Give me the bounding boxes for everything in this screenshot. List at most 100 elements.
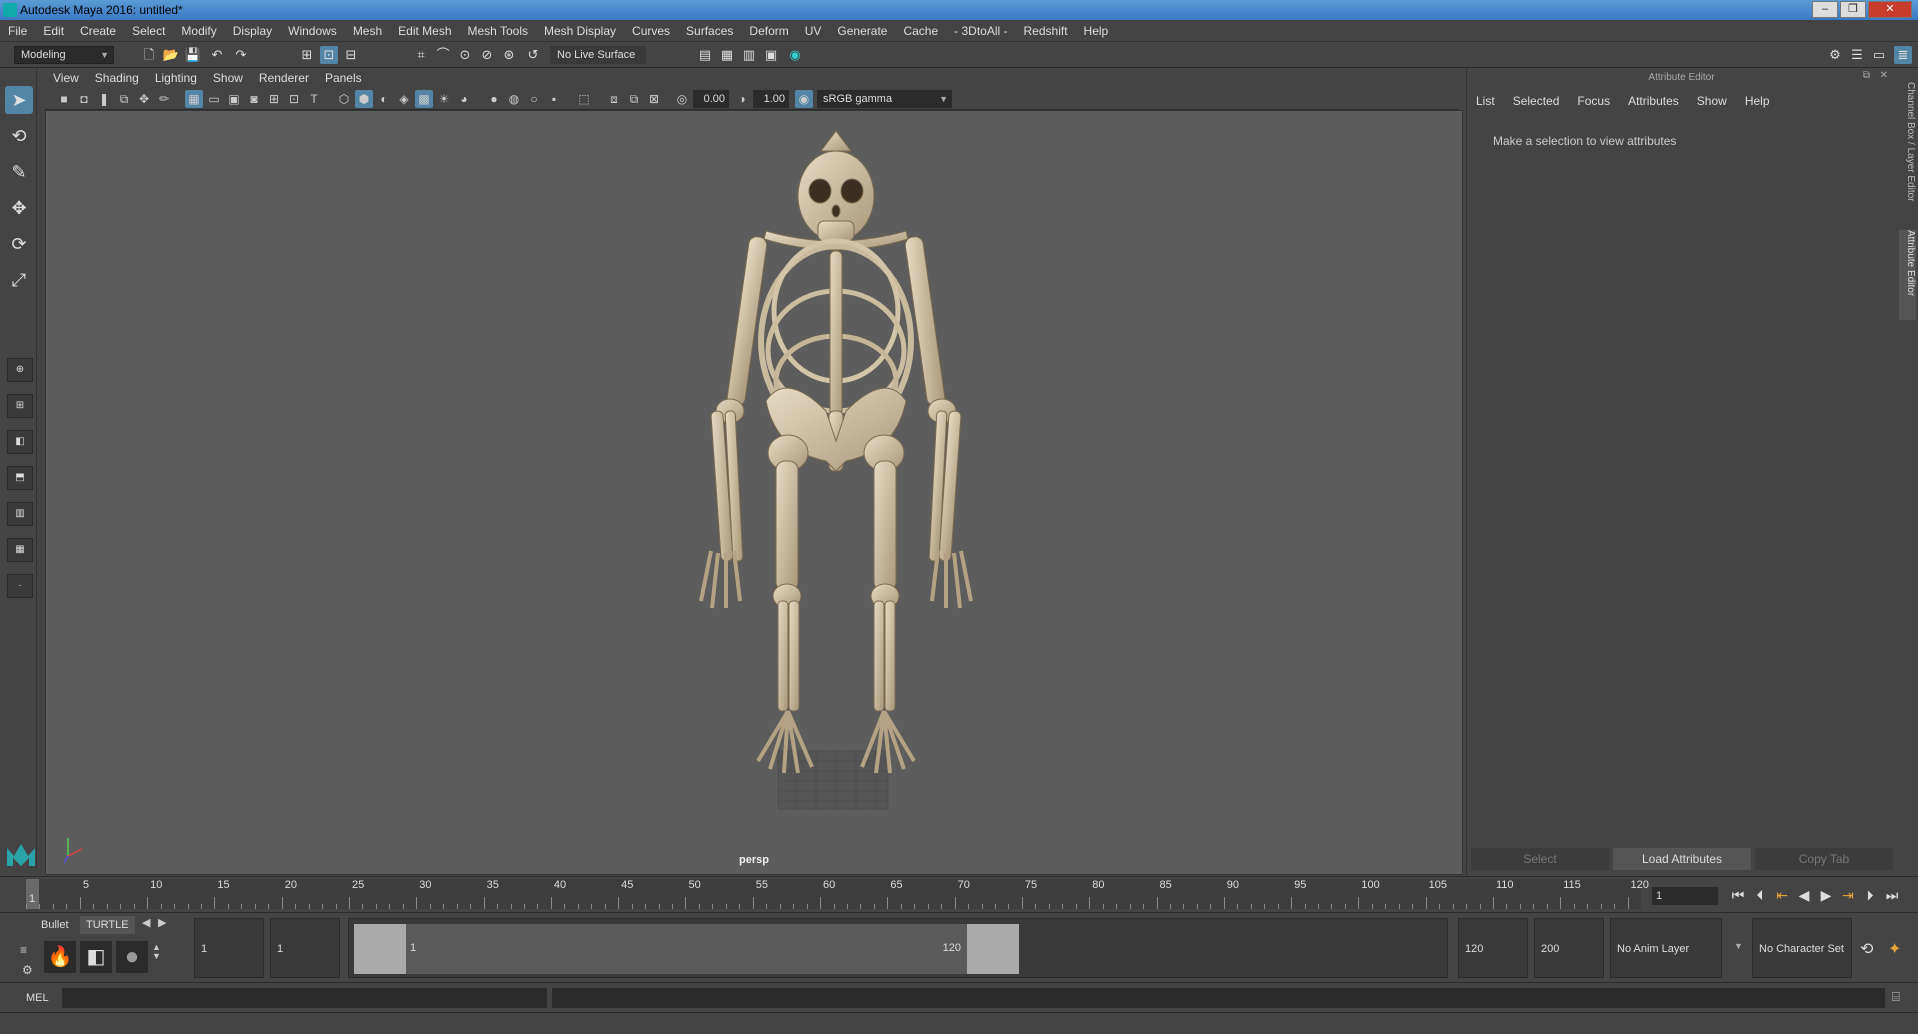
menu-cache[interactable]: Cache bbox=[895, 20, 946, 42]
load-attributes-button[interactable]: Load Attributes bbox=[1613, 848, 1751, 870]
custom-layout-icon[interactable]: · bbox=[7, 574, 33, 598]
step-forward-frame-icon[interactable]: ⏵ bbox=[1860, 885, 1880, 905]
animation-end-field[interactable]: 200 bbox=[1534, 918, 1604, 978]
material-shelf-icon[interactable]: ● bbox=[116, 941, 148, 973]
command-input[interactable] bbox=[62, 988, 547, 1008]
smooth-shade-icon[interactable]: ⬢ bbox=[355, 90, 373, 108]
two-d-pan-zoom-icon[interactable]: ✥ bbox=[135, 90, 153, 108]
lasso-tool-icon[interactable]: ⟲ bbox=[5, 122, 33, 150]
close-panel-icon[interactable]: ✕ bbox=[1880, 70, 1888, 81]
scale-tool-icon[interactable]: ⤢ bbox=[5, 266, 33, 294]
step-back-key-icon[interactable]: ⇤ bbox=[1772, 885, 1792, 905]
bookmark-icon[interactable]: ❚ bbox=[95, 90, 113, 108]
x-ray-icon[interactable]: ⧈ bbox=[605, 90, 623, 108]
ae-select-button[interactable]: Select bbox=[1471, 848, 1609, 870]
menu-windows[interactable]: Windows bbox=[280, 20, 345, 42]
render-current-frame-icon[interactable]: ▦ bbox=[718, 46, 736, 64]
persp-graph-hypergraph-layout-icon[interactable]: ▦ bbox=[7, 538, 33, 562]
render-settings-icon[interactable]: ▤ bbox=[696, 46, 714, 64]
viewport-menu-show[interactable]: Show bbox=[205, 68, 251, 88]
make-live-icon[interactable]: ⊛ bbox=[500, 46, 518, 64]
shadows-icon[interactable]: ◕ bbox=[455, 90, 473, 108]
viewport-menu-panels[interactable]: Panels bbox=[317, 68, 370, 88]
persp-outliner-layout-icon[interactable]: ◧ bbox=[7, 430, 33, 454]
use-default-material-icon[interactable]: ◐ bbox=[375, 90, 393, 108]
screen-space-ao-icon[interactable]: ● bbox=[485, 90, 503, 108]
single-perspective-layout-icon[interactable]: ⊕ bbox=[7, 358, 33, 382]
snap-together-icon[interactable]: ↺ bbox=[524, 46, 542, 64]
open-scene-icon[interactable]: 📂 bbox=[162, 46, 180, 64]
snap-to-point-icon[interactable]: ⊙ bbox=[456, 46, 474, 64]
snap-to-grid-icon[interactable]: ⌗ bbox=[412, 46, 430, 64]
snap-to-view-plane-icon[interactable]: ⊘ bbox=[478, 46, 496, 64]
anim-layer-dropdown[interactable]: No Anim Layer bbox=[1610, 918, 1722, 978]
ae-menu-attributes[interactable]: Attributes bbox=[1619, 90, 1688, 112]
textured-icon[interactable]: ▩ bbox=[415, 90, 433, 108]
shelf-scroll-icon[interactable]: ▲ ▼ bbox=[152, 943, 161, 961]
hypershade-layout-icon[interactable]: ▥ bbox=[7, 502, 33, 526]
perspective-viewport[interactable]: persp bbox=[45, 110, 1463, 875]
ae-menu-help[interactable]: Help bbox=[1736, 90, 1779, 112]
grid-icon[interactable]: ▦ bbox=[185, 90, 203, 108]
tool-settings-icon[interactable]: ▭ bbox=[1870, 46, 1888, 64]
go-to-end-icon[interactable]: ⏭ bbox=[1882, 885, 1902, 905]
channel-box-toggle-icon[interactable]: ≣ bbox=[1894, 46, 1912, 64]
isolate-select-icon[interactable]: ⬚ bbox=[575, 90, 593, 108]
live-surface-field[interactable]: No Live Surface bbox=[550, 46, 646, 64]
exposure-field[interactable]: 0.00 bbox=[693, 90, 729, 108]
shelf-menu-icon[interactable]: ≡ bbox=[20, 943, 27, 957]
playback-end-field[interactable]: 120 bbox=[1458, 918, 1528, 978]
menu-select[interactable]: Select bbox=[124, 20, 173, 42]
animation-start-field[interactable]: 1 bbox=[194, 918, 264, 978]
menu-generate[interactable]: Generate bbox=[829, 20, 895, 42]
step-back-frame-icon[interactable]: ⏴ bbox=[1750, 885, 1770, 905]
time-ruler[interactable]: 1 5 10 15 20 25 30 35 40 45 50 55 60 65 70 75 80 85 90 95 10… bbox=[26, 879, 1649, 909]
menu-help[interactable]: Help bbox=[1076, 20, 1117, 42]
attribute-editor-tab[interactable]: Attribute Editor bbox=[1899, 230, 1916, 320]
view-transform-dropdown[interactable]: sRGB gamma ▼ bbox=[817, 90, 952, 108]
viewport-menu-lighting[interactable]: Lighting bbox=[147, 68, 205, 88]
shelf-scroll-left-icon[interactable]: ◀ bbox=[142, 916, 150, 929]
maximize-button[interactable]: ❐ bbox=[1840, 1, 1866, 18]
menu-mesh-tools[interactable]: Mesh Tools bbox=[460, 20, 536, 42]
viewport-menu-view[interactable]: View bbox=[45, 68, 87, 88]
ae-menu-focus[interactable]: Focus bbox=[1568, 90, 1619, 112]
motion-blur-icon[interactable]: ◍ bbox=[505, 90, 523, 108]
shelf-options-icon[interactable]: ⚙ bbox=[22, 963, 33, 977]
gamma-field[interactable]: 1.00 bbox=[753, 90, 789, 108]
color-management-icon[interactable]: ◉ bbox=[795, 90, 813, 108]
chevron-down-icon[interactable]: ▼ bbox=[1734, 941, 1743, 951]
playback-range-bar[interactable]: 1 120 bbox=[348, 918, 1448, 978]
anti-aliasing-icon[interactable]: ○ bbox=[525, 90, 543, 108]
ipr-render-icon[interactable]: ▥ bbox=[740, 46, 758, 64]
menu-surfaces[interactable]: Surfaces bbox=[678, 20, 741, 42]
select-by-object-icon[interactable]: ⊡ bbox=[320, 46, 338, 64]
image-plane-icon[interactable]: ⧉ bbox=[115, 90, 133, 108]
wireframe-icon[interactable]: ⬡ bbox=[335, 90, 353, 108]
copy-tab-button[interactable]: Copy Tab bbox=[1755, 848, 1893, 870]
ae-menu-show[interactable]: Show bbox=[1688, 90, 1736, 112]
menu-display[interactable]: Display bbox=[225, 20, 280, 42]
ae-menu-selected[interactable]: Selected bbox=[1504, 90, 1569, 112]
menu-mesh-display[interactable]: Mesh Display bbox=[536, 20, 624, 42]
viewport-menu-renderer[interactable]: Renderer bbox=[251, 68, 317, 88]
step-forward-key-icon[interactable]: ⇥ bbox=[1838, 885, 1858, 905]
menu-edit[interactable]: Edit bbox=[35, 20, 72, 42]
play-backwards-icon[interactable]: ◀ bbox=[1794, 885, 1814, 905]
menu-mesh[interactable]: Mesh bbox=[345, 20, 390, 42]
close-button[interactable]: ✕ bbox=[1868, 1, 1912, 18]
menu-edit-mesh[interactable]: Edit Mesh bbox=[390, 20, 459, 42]
menu-uv[interactable]: UV bbox=[797, 20, 830, 42]
four-view-layout-icon[interactable]: ⊞ bbox=[7, 394, 33, 418]
character-set-dropdown[interactable]: No Character Set bbox=[1752, 918, 1852, 978]
persp-graph-layout-icon[interactable]: ⬒ bbox=[7, 466, 33, 490]
render-view-icon[interactable]: ▣ bbox=[762, 46, 780, 64]
menu-create[interactable]: Create bbox=[72, 20, 124, 42]
select-tool-icon[interactable]: ➤ bbox=[5, 86, 33, 114]
auto-key-icon[interactable]: ⟲ bbox=[1860, 939, 1873, 959]
wireframe-on-shaded-icon[interactable]: ◈ bbox=[395, 90, 413, 108]
play-forwards-icon[interactable]: ▶ bbox=[1816, 885, 1836, 905]
field-chart-icon[interactable]: ⊞ bbox=[265, 90, 283, 108]
move-tool-icon[interactable]: ✥ bbox=[5, 194, 33, 222]
save-scene-icon[interactable]: 💾 bbox=[184, 46, 202, 64]
